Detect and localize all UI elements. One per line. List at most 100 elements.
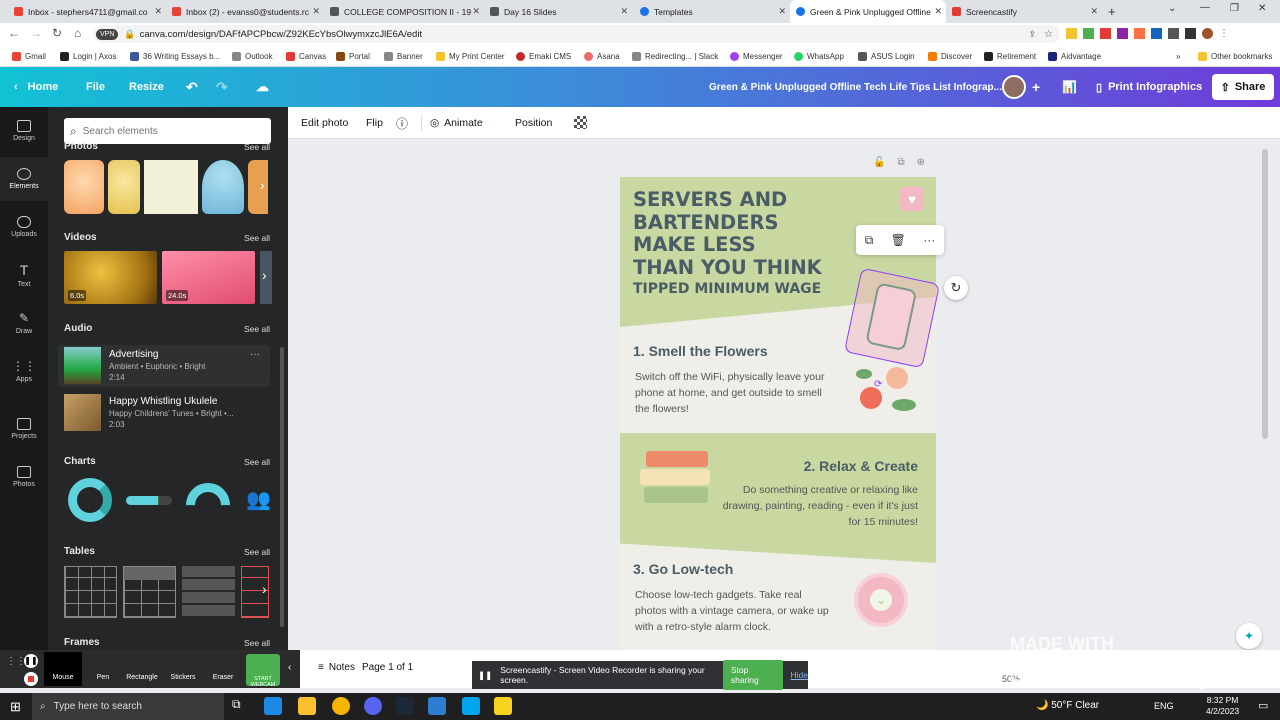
profile-avatar[interactable] <box>1202 28 1213 39</box>
back-icon[interactable]: ← <box>8 26 20 40</box>
tables-see-all[interactable]: See all <box>244 547 270 557</box>
rail-uploads[interactable]: Uploads <box>0 205 48 249</box>
tip2-body[interactable]: Do something creative or relaxing like d… <box>718 482 918 530</box>
reload-icon[interactable]: ↻ <box>52 26 62 40</box>
rail-projects[interactable]: Projects <box>0 407 48 451</box>
audio-item[interactable]: Happy Whistling Ukulele Happy Childrens'… <box>58 392 270 434</box>
taskbar-search[interactable]: ⌕ Type here to search <box>32 693 224 720</box>
photo-thumb[interactable] <box>144 160 198 214</box>
trash-icon[interactable]: 🗑 <box>891 233 906 247</box>
weather-widget[interactable]: 🌙 50°F Clear <box>1036 700 1099 711</box>
extension-icon[interactable] <box>1117 28 1128 39</box>
tool-stickers[interactable]: Stickers <box>166 652 200 686</box>
search-input[interactable] <box>82 125 253 137</box>
avatar[interactable] <box>1002 75 1026 99</box>
photo-thumb[interactable] <box>108 160 140 214</box>
tool-pen[interactable]: Pen <box>88 652 118 686</box>
hide-link[interactable]: Hide <box>791 670 808 680</box>
undo-icon[interactable]: ↶ <box>186 67 198 107</box>
people-chart-thumb[interactable]: 👥 <box>246 487 271 512</box>
info-icon[interactable]: ⓘ <box>396 107 408 139</box>
tip2-title[interactable]: 2. Relax & Create <box>804 458 918 474</box>
app-icon[interactable] <box>462 697 480 715</box>
tip1-body[interactable]: Switch off the WiFi, physically leave yo… <box>635 369 831 417</box>
photo-thumb[interactable] <box>64 160 104 214</box>
tip1-title[interactable]: 1. Smell the Flowers <box>633 343 768 359</box>
close-icon[interactable]: ✕ <box>472 6 480 17</box>
bookmark-slack[interactable]: Redirecting... | Slack <box>632 45 718 67</box>
more-bookmarks-icon[interactable]: » <box>1176 45 1180 67</box>
chevron-right-icon[interactable]: › <box>260 177 265 193</box>
heart-bubble-icon[interactable]: ♥ <box>900 187 924 211</box>
close-icon[interactable]: ✕ <box>1090 6 1098 17</box>
alarm-clock-icon[interactable]: ⌄ <box>854 573 908 627</box>
page-indicator[interactable]: Page 1 of 1 <box>362 662 413 673</box>
star-icon[interactable]: ☆ <box>1044 29 1053 40</box>
steam-icon[interactable] <box>396 697 414 715</box>
add-page-icon[interactable]: ⊕ <box>917 157 925 168</box>
chevron-right-icon[interactable]: › <box>262 267 267 283</box>
discord-icon[interactable] <box>364 697 382 715</box>
stop-icon[interactable] <box>24 672 38 686</box>
audio-item[interactable]: Advertising Ambient • Euphoric • Bright … <box>58 345 270 387</box>
cloud-save-icon[interactable]: ☁ <box>256 67 269 107</box>
stop-sharing-button[interactable]: Stop sharing <box>722 660 783 690</box>
donut-chart-thumb[interactable] <box>68 478 112 522</box>
print-button[interactable]: ▯ Print Infographics <box>1096 67 1202 107</box>
bookmark-retirement[interactable]: Retirement <box>984 45 1036 67</box>
bookmark-print-center[interactable]: My Print Center <box>436 45 505 67</box>
tab-gmail-2[interactable]: Inbox (2) - evanss0@students.rc ✕ <box>166 0 324 23</box>
notes-button[interactable]: ≡ Notes <box>318 662 355 673</box>
tab-day16[interactable]: Day 16 Slides ✕ <box>484 0 632 23</box>
share-button[interactable]: ⇧ Share <box>1212 74 1274 100</box>
infographic-title[interactable]: SERVERS AND BARTENDERS MAKE LESS THAN YO… <box>633 188 822 299</box>
pause-icon[interactable]: ❚❚ <box>24 654 38 668</box>
flowers-icon[interactable] <box>856 365 926 427</box>
close-icon[interactable]: ✕ <box>934 6 942 17</box>
windows-start-icon[interactable]: ⊞ <box>10 699 21 715</box>
tab-canva-design[interactable]: Green & Pink Unplugged Offline ✕ <box>790 0 946 23</box>
close-icon[interactable]: ✕ <box>778 6 786 17</box>
charts-see-all[interactable]: See all <box>244 457 270 467</box>
tab-college-composition[interactable]: COLLEGE COMPOSITION II - 19 ✕ <box>324 0 484 23</box>
bookmark-banner[interactable]: Banner <box>384 45 423 67</box>
photo-thumb[interactable] <box>202 160 244 214</box>
start-webcam-button[interactable]: START WEBCAM <box>246 654 280 688</box>
share-url-icon[interactable]: ⇪ <box>1028 29 1036 40</box>
other-bookmarks[interactable]: Other bookmarks <box>1198 45 1272 67</box>
sticky-notes-icon[interactable] <box>494 697 512 715</box>
chrome-icon[interactable] <box>332 697 350 715</box>
add-collaborator-icon[interactable]: + <box>1032 67 1040 107</box>
transparency-icon[interactable] <box>574 116 587 129</box>
animate-button[interactable]: ◎ Animate <box>430 107 483 139</box>
chevron-right-icon[interactable]: › <box>262 581 267 597</box>
design-title[interactable]: Green & Pink Unplugged Offline Tech Life… <box>709 67 1002 107</box>
restore-icon[interactable]: ❐ <box>1230 3 1239 14</box>
bookmark-portal[interactable]: Portal <box>336 45 370 67</box>
minimize-icon[interactable]: — <box>1200 2 1210 13</box>
redo-icon[interactable]: ↷ <box>216 67 228 107</box>
tool-eraser[interactable]: Eraser <box>206 652 240 686</box>
more-options-icon[interactable]: ··· <box>923 233 935 247</box>
photo-thumb[interactable] <box>248 160 268 214</box>
tab-gmail-1[interactable]: Inbox - stephers4711@gmail.co ✕ <box>8 0 166 23</box>
close-icon[interactable]: ✕ <box>312 6 320 17</box>
books-icon[interactable] <box>640 451 716 509</box>
rail-text[interactable]: T Text <box>0 253 48 297</box>
copy-icon[interactable]: ⧉ <box>865 233 874 248</box>
home-button[interactable]: ‹ Home <box>14 67 58 107</box>
workspace-scrollbar[interactable] <box>1262 149 1268 439</box>
more-options-icon[interactable]: ··· <box>250 349 260 360</box>
close-window-icon[interactable]: ✕ <box>1258 3 1266 14</box>
bookmark-messenger[interactable]: Messenger <box>730 45 783 67</box>
extension-icon[interactable] <box>1134 28 1145 39</box>
progress-bar-thumb[interactable] <box>126 496 172 505</box>
forward-icon[interactable]: → <box>30 26 42 40</box>
position-button[interactable]: Position <box>515 107 552 139</box>
home-icon[interactable]: ⌂ <box>74 26 81 40</box>
tab-screencastify[interactable]: Screencastify ✕ <box>946 0 1102 23</box>
bookmark-asana[interactable]: Asana <box>584 45 620 67</box>
insights-icon[interactable]: 📊 <box>1062 67 1077 107</box>
tab-templates[interactable]: Templates ✕ <box>634 0 790 23</box>
notification-icon[interactable]: ▭ <box>1258 699 1268 712</box>
